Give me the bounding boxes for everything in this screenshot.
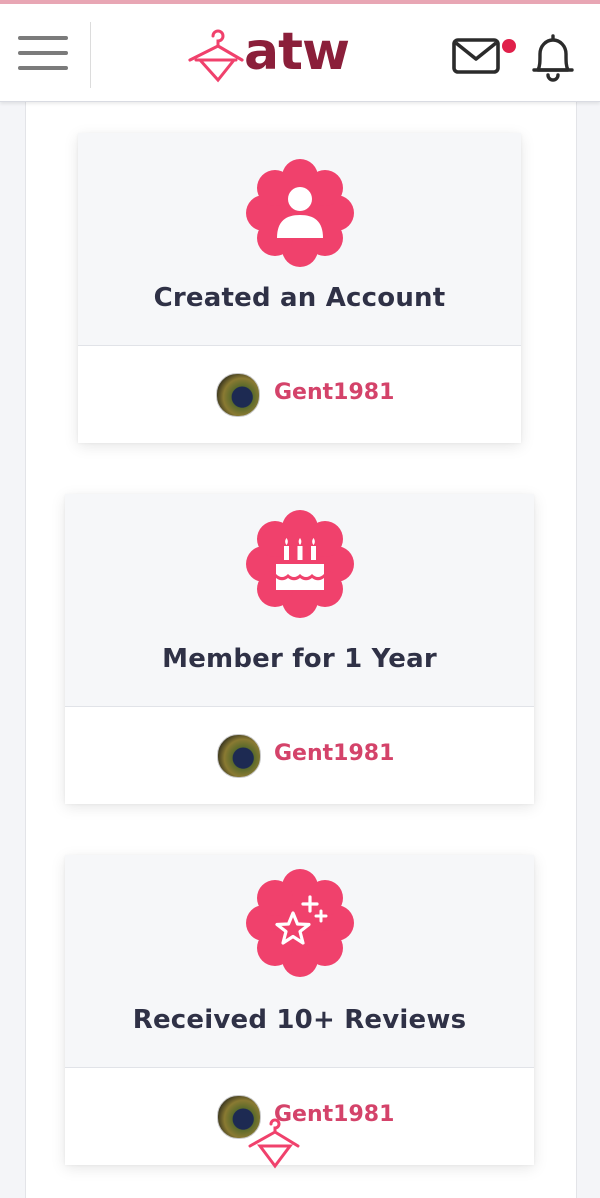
achievement-footer: Gent1981 (78, 345, 521, 443)
achievement-card: Member for 1 Year Gent1981 (65, 494, 534, 804)
achievement-title: Received 10+ Reviews (132, 1005, 467, 1035)
mail-icon[interactable] (450, 34, 506, 78)
menu-button[interactable] (16, 28, 72, 78)
achievement-card: Created an Account Gent1981 (78, 133, 521, 443)
bell-icon[interactable] (528, 30, 578, 84)
birthday-cake-icon (245, 510, 354, 618)
user-icon (245, 159, 354, 267)
sparkle-star-icon (245, 869, 354, 977)
username-link[interactable]: Gent1981 (274, 380, 394, 405)
notification-dot (502, 39, 516, 53)
menu-icon-bar (18, 66, 68, 70)
achievement-title: Created an Account (153, 283, 446, 313)
brand-logo[interactable]: atw (186, 22, 366, 86)
hanger-watermark-icon (248, 1118, 300, 1169)
hanger-logo-icon (188, 29, 244, 83)
menu-icon-bar (18, 36, 68, 40)
achievement-title: Member for 1 Year (162, 644, 437, 674)
avatar[interactable] (216, 373, 260, 417)
username-link[interactable]: Gent1981 (274, 741, 394, 766)
app-header: atw (0, 4, 600, 102)
menu-icon-bar (18, 51, 68, 55)
achievement-footer: Gent1981 (65, 706, 534, 804)
header-divider (90, 22, 91, 88)
logo-text: atw (244, 22, 350, 82)
avatar[interactable] (217, 734, 261, 778)
